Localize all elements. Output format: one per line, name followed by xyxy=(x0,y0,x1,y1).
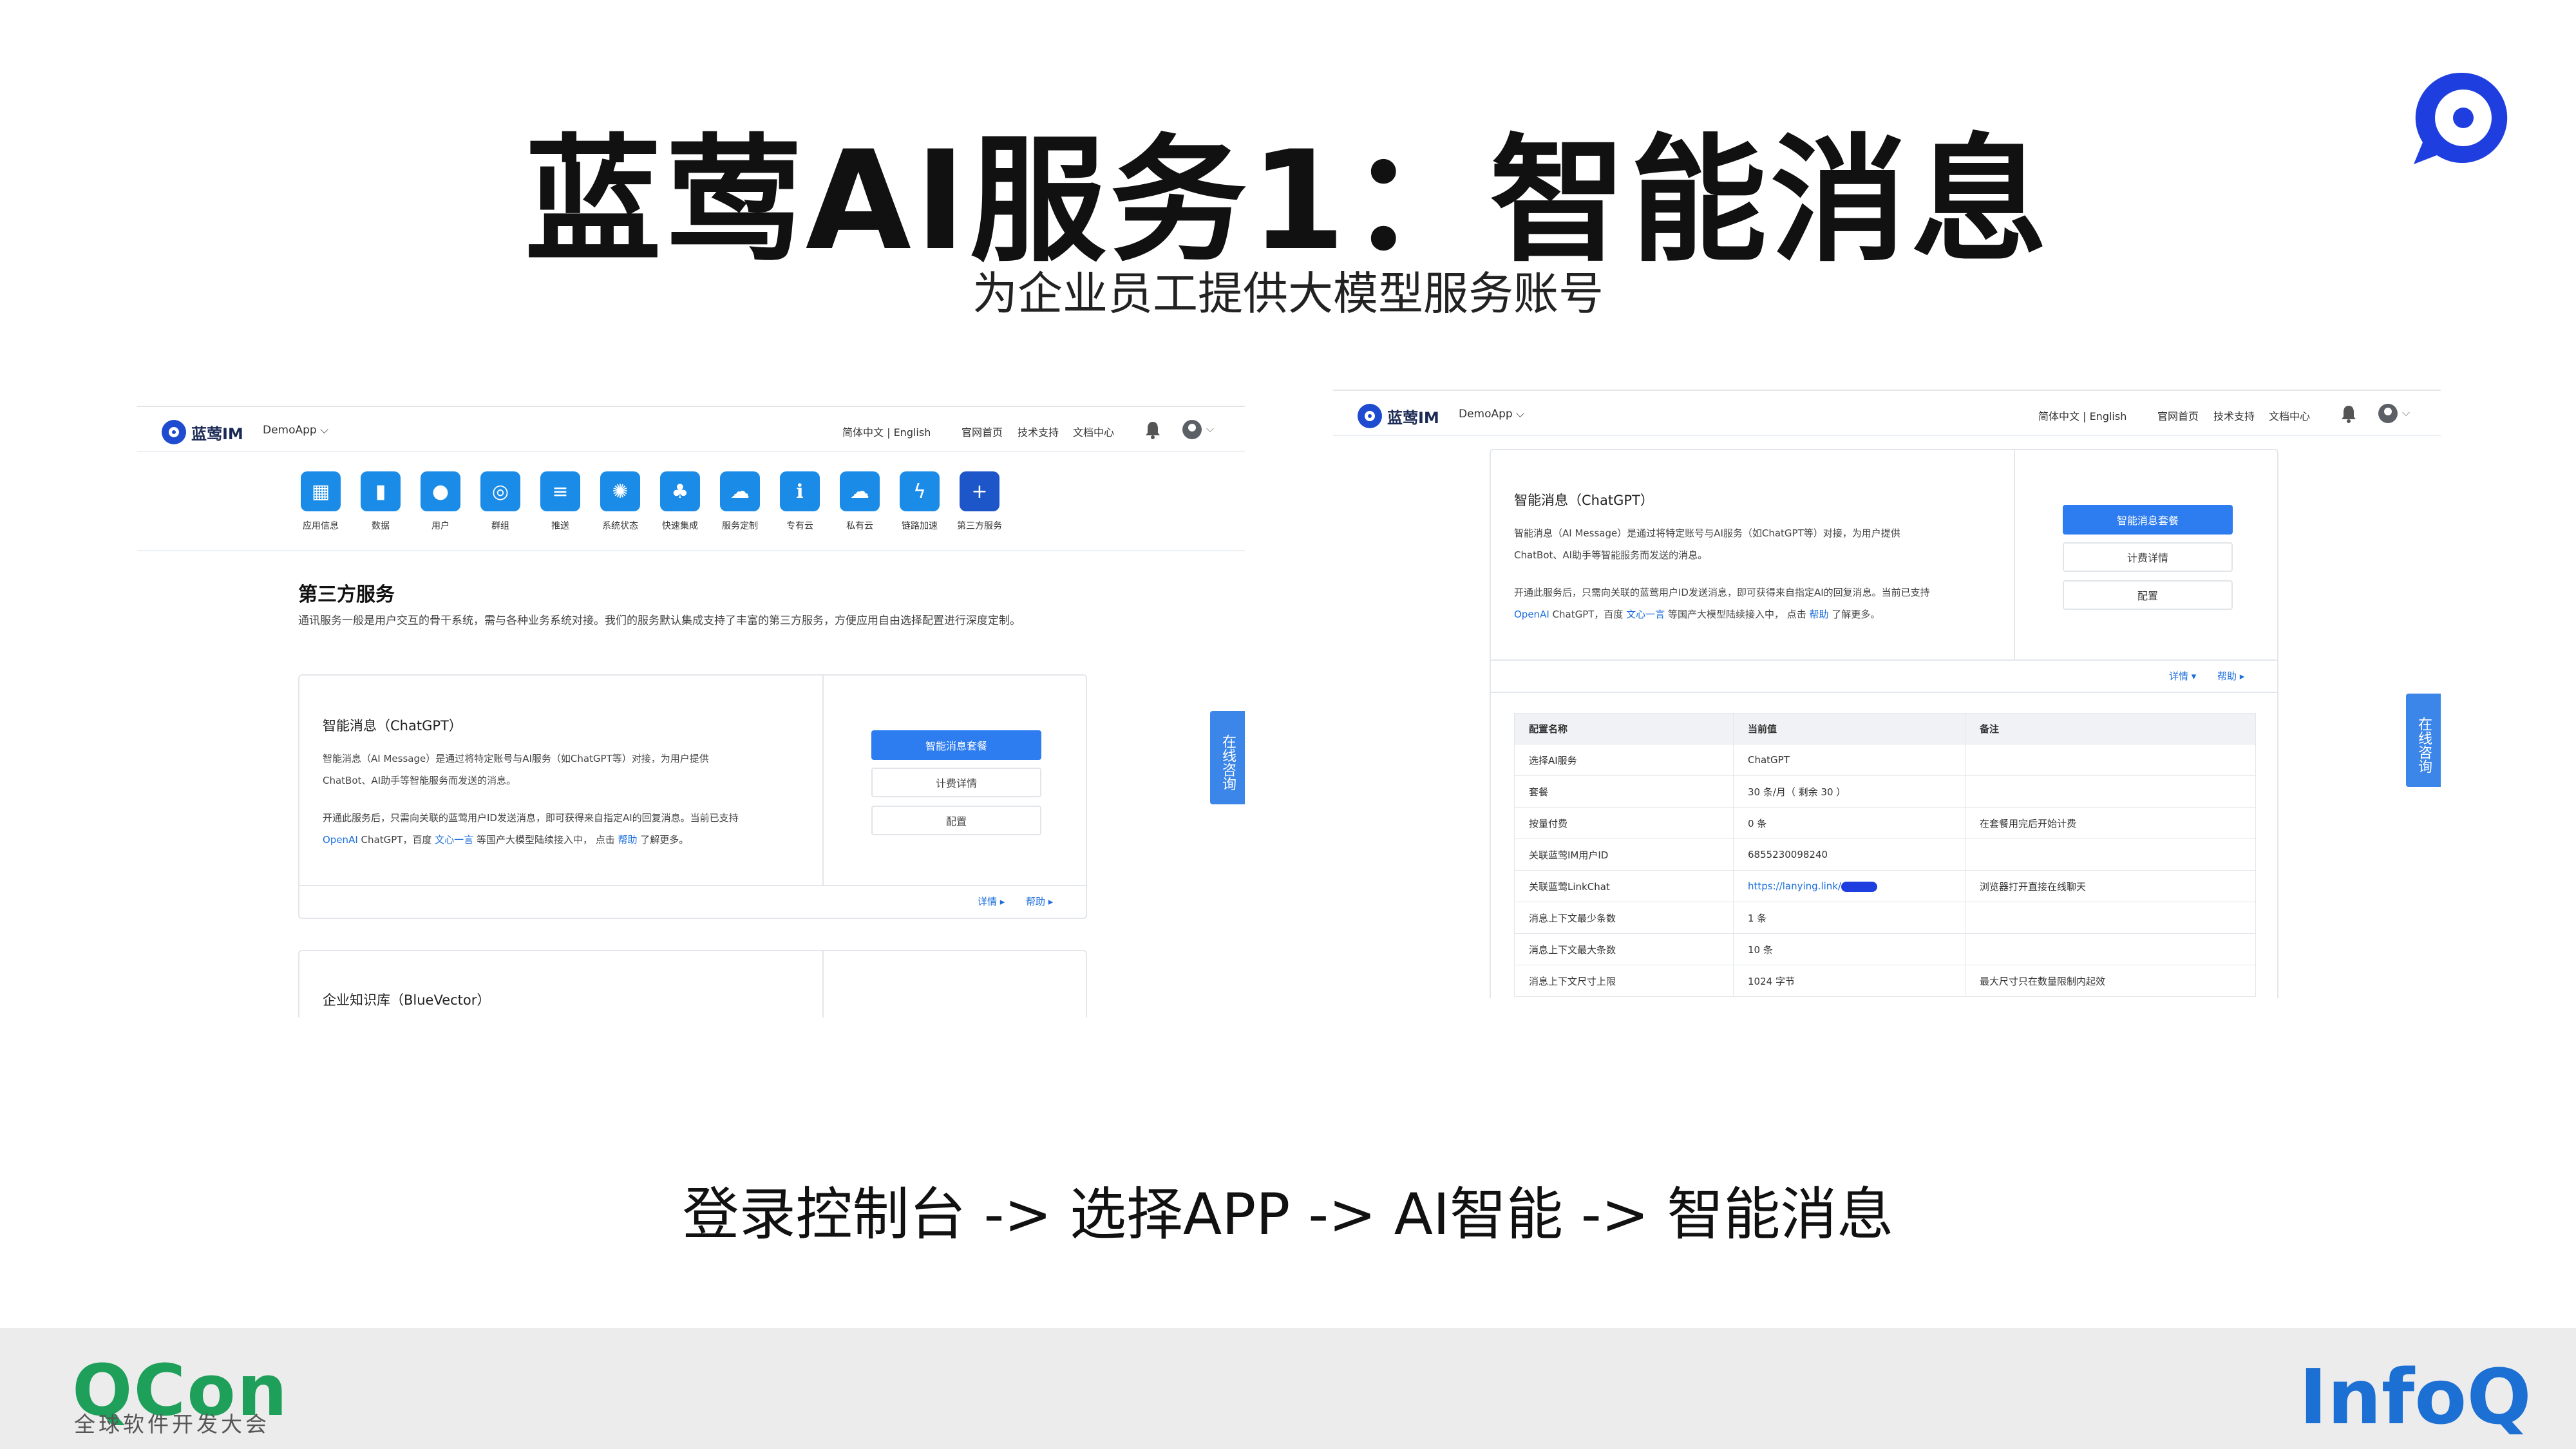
table-row: 按量付费 0 条在套餐用完后开始计费 xyxy=(1514,807,2256,839)
avatar-caret[interactable]: ⌵ xyxy=(1206,422,1214,435)
help-inline-link[interactable]: 帮助 xyxy=(618,834,638,846)
console-brand: 蓝莺IM xyxy=(191,425,243,443)
ai-plan-button[interactable]: 智能消息套餐 xyxy=(2063,505,2233,535)
card-title: 企业知识库（BlueVector） xyxy=(323,992,491,1008)
app-selector[interactable]: DemoApp ⌵ xyxy=(1459,408,1524,421)
wenxin-link[interactable]: 文心一言 xyxy=(435,834,473,846)
user-avatar-icon[interactable] xyxy=(2378,404,2398,423)
table-row: 关联蓝莺IM用户ID 6855230098240 xyxy=(1514,838,2256,871)
ai-message-config-card: 智能消息（ChatGPT） 智能消息（AI Message）是通过将特定账号与A… xyxy=(1490,449,2278,998)
app-selector[interactable]: DemoApp ⌵ xyxy=(263,424,328,437)
nav-third-party[interactable]: + 第三方服务 xyxy=(957,471,1002,532)
page-heading: 第三方服务 xyxy=(298,583,395,606)
private-cloud-icon: ☁ xyxy=(840,471,880,511)
slide-subtitle: 为企业员工提供大模型服务账号 xyxy=(972,267,1604,320)
online-consult-button[interactable]: 在线咨询 xyxy=(1210,711,1245,804)
nav-service-custom[interactable]: ☁ 服务定制 xyxy=(717,471,762,532)
data-icon: ▮ xyxy=(361,471,401,511)
nav-quick-integration[interactable]: ♣ 快速集成 xyxy=(658,471,703,532)
console-logo-icon xyxy=(1358,404,1382,428)
link-home[interactable]: 官网首页 xyxy=(2157,408,2199,423)
column-header: 当前值 xyxy=(1733,713,1965,744)
console-topbar: 蓝莺IM DemoApp ⌵ 简体中文 | English 官网首页 技术支持 … xyxy=(1333,391,2441,436)
ai-message-card: 智能消息（ChatGPT） 智能消息（AI Message）是通过将特定账号与A… xyxy=(298,674,1087,919)
nav-app-info[interactable]: ▦ 应用信息 xyxy=(298,471,343,532)
cloud-custom-icon: ☁ xyxy=(720,471,760,511)
nav-groups[interactable]: ◎ 群组 xyxy=(478,471,523,532)
group-icon: ◎ xyxy=(480,471,520,511)
nav-push[interactable]: ≡ 推送 xyxy=(538,471,583,532)
infoq-logo: InfoQ xyxy=(2299,1352,2532,1441)
nav-data[interactable]: ▮ 数据 xyxy=(358,471,403,532)
nav-users[interactable]: ● 用户 xyxy=(418,471,463,532)
column-header: 配置名称 xyxy=(1514,713,1734,744)
table-row: 消息上下文最少条数 1 条 xyxy=(1514,902,2256,934)
app-info-icon: ▦ xyxy=(301,471,341,511)
card-intro: 智能消息（AI Message）是通过将特定账号与AI服务（如ChatGPT等）… xyxy=(1514,527,1930,620)
link-docs[interactable]: 文档中心 xyxy=(1073,424,1114,439)
redaction-mark xyxy=(1841,881,1878,892)
table-header-row: 配置名称 当前值 备注 xyxy=(1514,713,2256,744)
help-link[interactable]: 帮助 ▸ xyxy=(2217,669,2244,683)
flow-caption: 登录控制台 -> 选择APP -> AI智能 -> 智能消息 xyxy=(682,1181,1894,1247)
avatar-caret[interactable]: ⌵ xyxy=(2402,406,2410,419)
help-link[interactable]: 帮助 ▸ xyxy=(1026,895,1053,908)
help-inline-link[interactable]: 帮助 xyxy=(1810,609,1829,620)
config-button[interactable]: 配置 xyxy=(871,806,1041,835)
linkchat-url[interactable]: https://lanying.link/ xyxy=(1748,880,1841,892)
bell-icon[interactable] xyxy=(2340,404,2358,423)
ai-config-table: 配置名称 当前值 备注 选择AI服务 ChatGPT 套餐 30 条/月（ 剩余 3… xyxy=(1514,713,2256,997)
table-row: 套餐 30 条/月（ 剩余 30 ） xyxy=(1514,775,2256,808)
console-screenshot-ai-config: 蓝莺IM DemoApp ⌵ 简体中文 | English 官网首页 技术支持 … xyxy=(1333,390,2441,998)
footer-bar xyxy=(0,1328,2576,1449)
console-screenshot-third-party: 蓝莺IM DemoApp ⌵ 简体中文 | English 官网首页 技术支持 … xyxy=(137,406,1245,1018)
link-support[interactable]: 技术支持 xyxy=(1018,424,1059,439)
lightning-icon: ϟ xyxy=(900,471,940,511)
table-row: 选择AI服务 ChatGPT xyxy=(1514,744,2256,776)
table-row: 关联蓝莺LinkChat https://lanying.link/浏览器打开直接… xyxy=(1514,870,2256,902)
plus-icon: + xyxy=(960,471,999,511)
link-home[interactable]: 官网首页 xyxy=(961,424,1003,439)
language-switch[interactable]: 简体中文 | English xyxy=(2038,408,2126,423)
page-description: 通讯服务一般是用户交互的骨干系统，需与各种业务系统对接。我们的服务默认集成支持了… xyxy=(298,614,1021,627)
nav-private-cloud[interactable]: ☁ 私有云 xyxy=(837,471,882,532)
dedicated-cloud-icon: ℹ xyxy=(780,471,820,511)
knowledge-base-card: 企业知识库（BlueVector） xyxy=(298,950,1087,1018)
ai-plan-button[interactable]: 智能消息套餐 xyxy=(871,730,1041,760)
column-header: 备注 xyxy=(1965,713,2256,744)
push-icon: ≡ xyxy=(540,471,580,511)
nav-divider xyxy=(137,550,1245,551)
card-title: 智能消息（ChatGPT） xyxy=(323,718,462,734)
link-docs[interactable]: 文档中心 xyxy=(2269,408,2310,423)
lanying-logo-icon xyxy=(2414,72,2508,164)
console-topbar: 蓝莺IM DemoApp ⌵ 简体中文 | English 官网首页 技术支持 … xyxy=(137,407,1245,452)
qcon-tagline: 全球软件开发大会 xyxy=(74,1412,270,1437)
integration-icon: ♣ xyxy=(660,471,700,511)
billing-details-button[interactable]: 计费详情 xyxy=(871,768,1041,797)
system-status-icon: ✺ xyxy=(600,471,640,511)
table-row: 消息上下文最大条数 10 条 xyxy=(1514,933,2256,965)
details-link[interactable]: 详情 ▾ xyxy=(2169,669,2196,683)
billing-details-button[interactable]: 计费详情 xyxy=(2063,542,2233,572)
openai-link[interactable]: OpenAI xyxy=(1514,609,1549,620)
config-button[interactable]: 配置 xyxy=(2063,580,2233,610)
nav-link-acceleration[interactable]: ϟ 链路加速 xyxy=(897,471,942,532)
card-title: 智能消息（ChatGPT） xyxy=(1514,493,1654,508)
user-avatar-icon[interactable] xyxy=(1182,420,1202,439)
link-support[interactable]: 技术支持 xyxy=(2213,408,2255,423)
nav-dedicated-cloud[interactable]: ℹ 专有云 xyxy=(777,471,822,532)
wenxin-link[interactable]: 文心一言 xyxy=(1626,609,1665,620)
console-logo-icon xyxy=(162,420,186,444)
service-nav: ▦ 应用信息 ▮ 数据 ● 用户 ◎ 群组 ≡ 推送 ✺ 系统状态 ♣ 快速集成 ☁ 服务定制 … xyxy=(298,471,1002,532)
online-consult-button[interactable]: 在线咨询 xyxy=(2406,694,2441,787)
details-link[interactable]: 详情 ▸ xyxy=(978,895,1005,908)
openai-link[interactable]: OpenAI xyxy=(323,834,358,846)
console-brand: 蓝莺IM xyxy=(1387,409,1439,427)
user-icon: ● xyxy=(421,471,460,511)
language-switch[interactable]: 简体中文 | English xyxy=(842,424,931,439)
table-row: 消息上下文尺寸上限 1024 字节 最大尺寸只在数量限制内起效 xyxy=(1514,965,2256,997)
bell-icon[interactable] xyxy=(1144,420,1162,439)
card-intro: 智能消息（AI Message）是通过将特定账号与AI服务（如ChatGPT等）… xyxy=(323,753,739,846)
nav-system-status[interactable]: ✺ 系统状态 xyxy=(598,471,643,532)
